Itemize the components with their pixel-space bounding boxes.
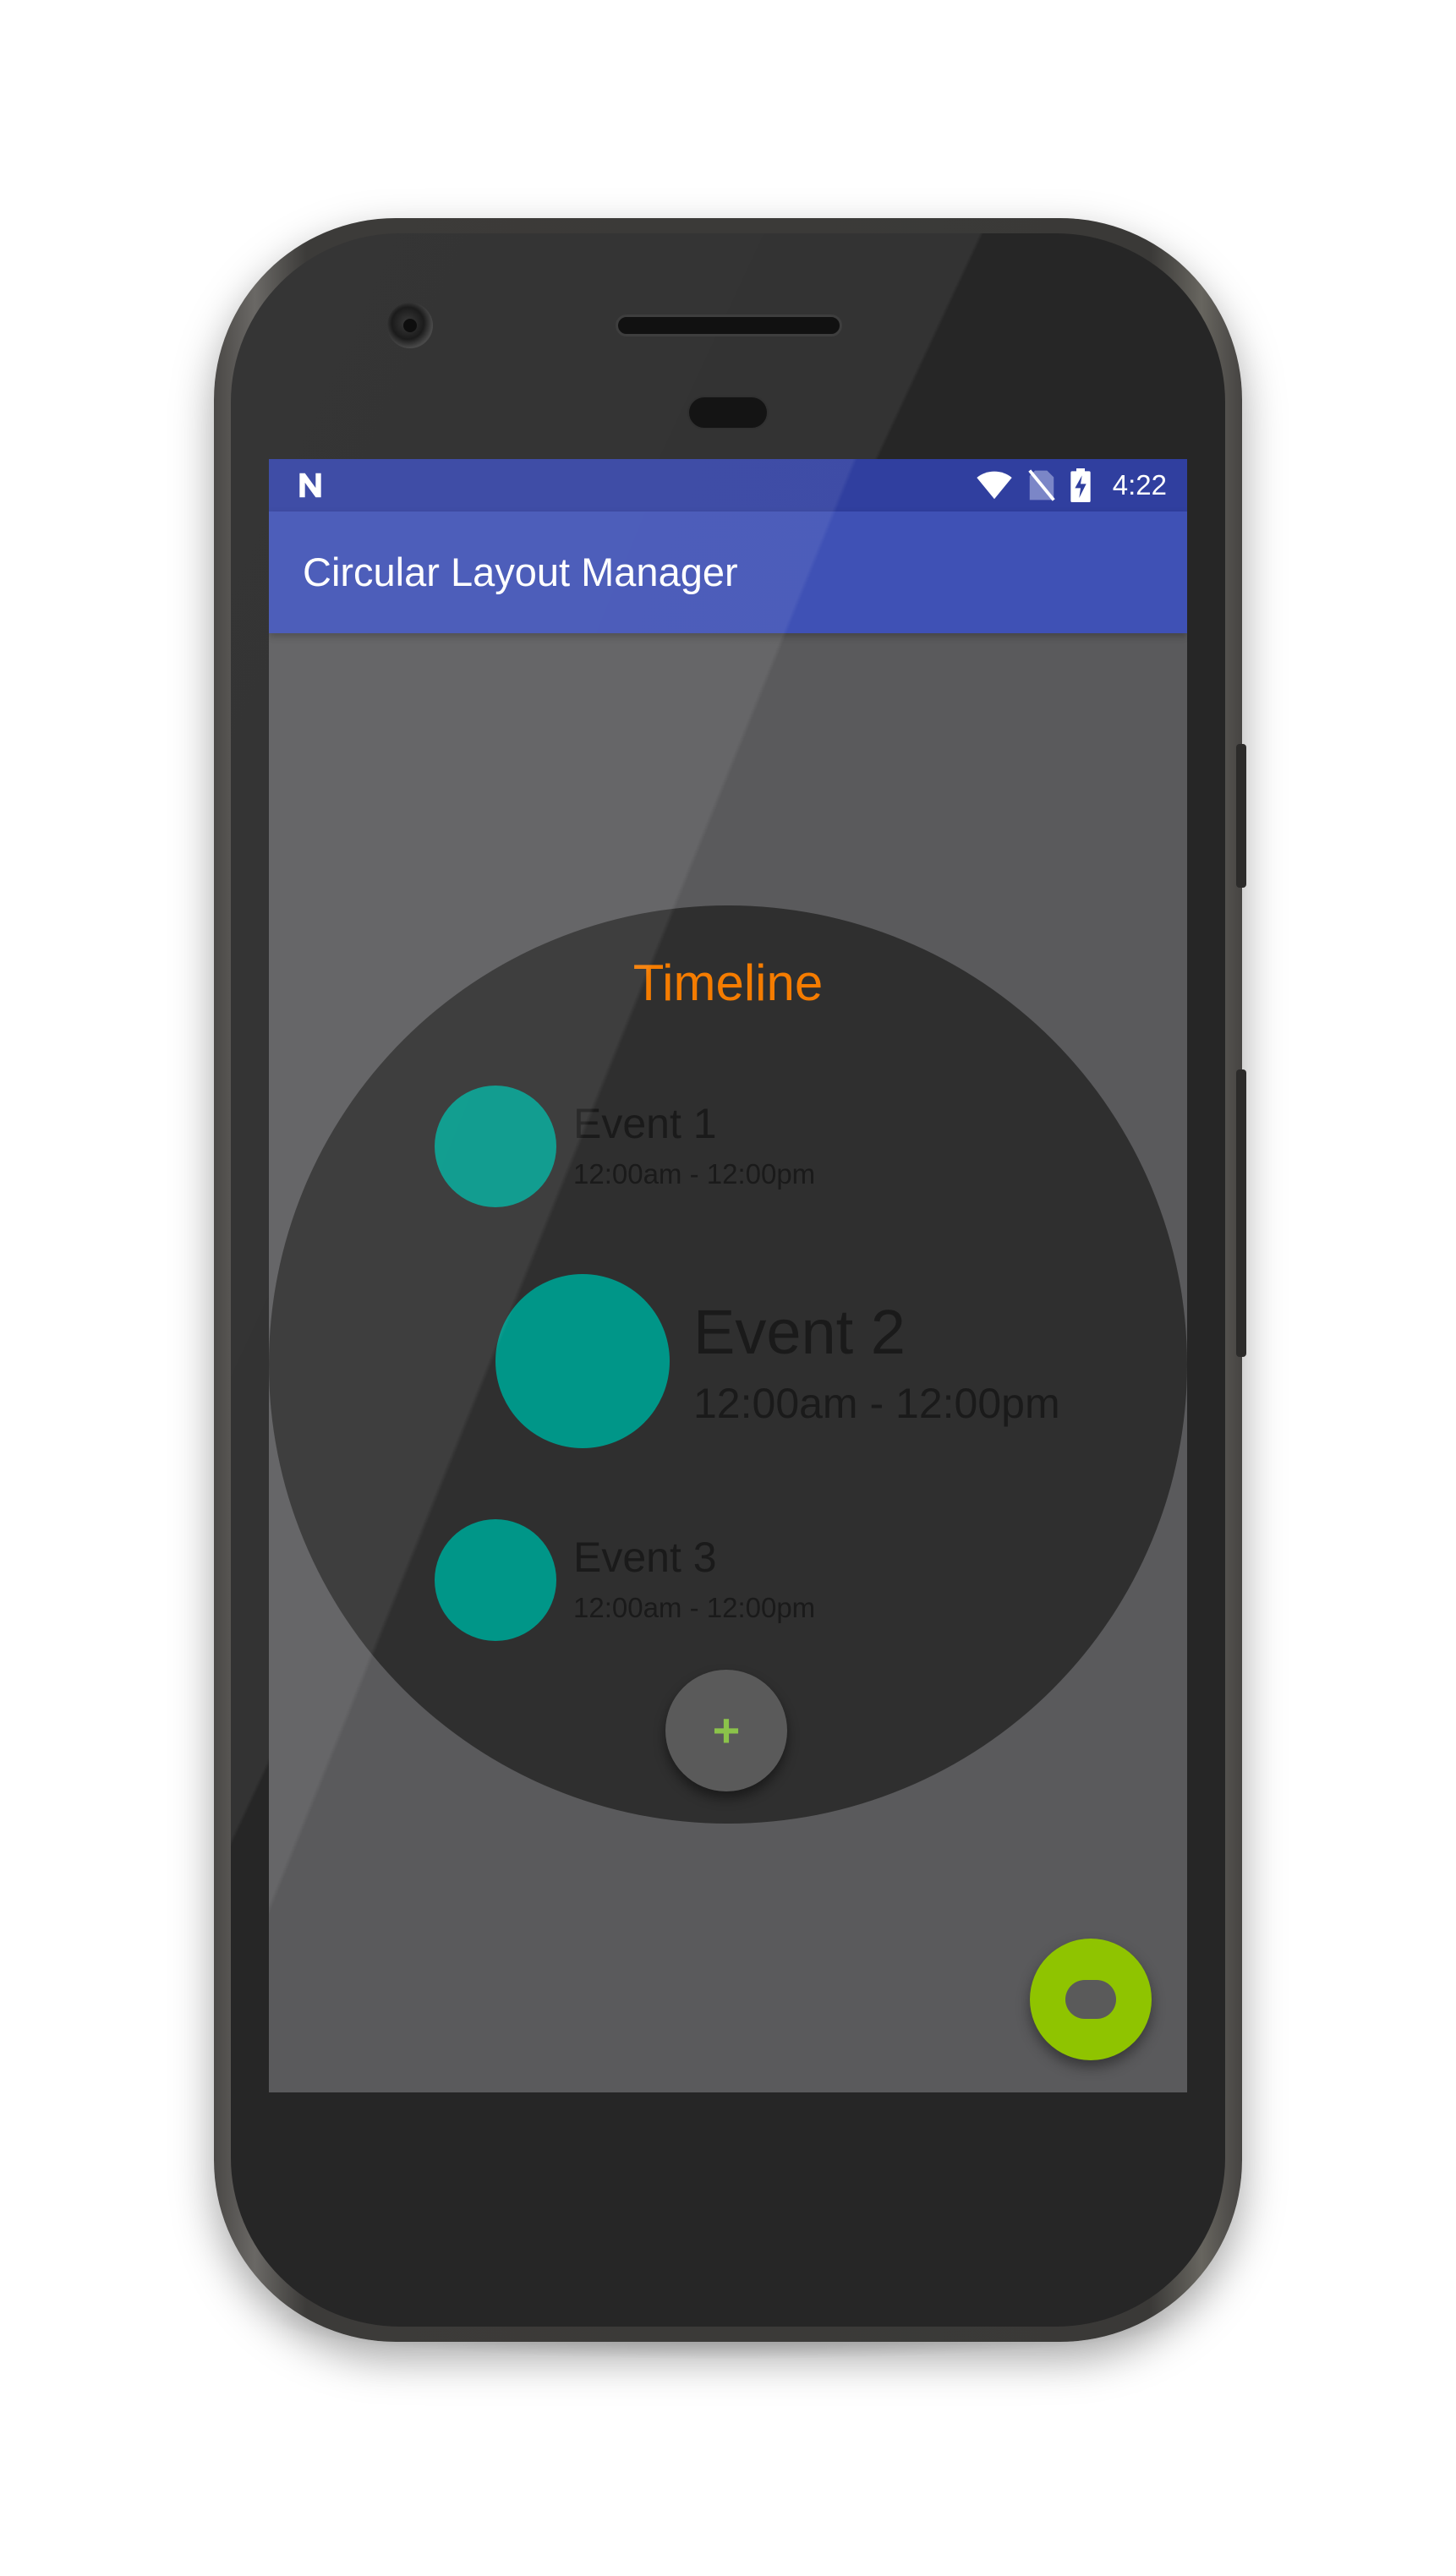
volume-button	[1236, 1069, 1246, 1357]
event-item-3[interactable]: Event 3 12:00am - 12:00pm	[435, 1519, 959, 1641]
event-2-name: Event 2	[693, 1297, 906, 1367]
wifi-icon	[977, 471, 1012, 500]
add-event-button[interactable]: +	[665, 1670, 787, 1791]
app-screen: 4:22 Circular Layout Manager Timeline Ev…	[269, 459, 1187, 2092]
event-3-time: 12:00am - 12:00pm	[573, 1592, 816, 1623]
toggle-icon	[1065, 1980, 1116, 2019]
status-bar: 4:22	[269, 459, 1187, 511]
event-1-time: 12:00am - 12:00pm	[573, 1158, 816, 1190]
n-notification-icon	[299, 473, 321, 498]
event-3-name: Event 3	[573, 1534, 717, 1581]
event-1-name: Event 1	[573, 1100, 717, 1147]
earpiece-speaker	[616, 314, 842, 336]
event-2-time: 12:00am - 12:00pm	[693, 1380, 1060, 1427]
status-icons: 4:22	[976, 459, 1167, 511]
status-time: 4:22	[1112, 469, 1167, 500]
event-1-avatar	[435, 1086, 556, 1207]
no-sim-icon	[1028, 469, 1055, 501]
proximity-sensor	[687, 396, 769, 429]
floating-action-button[interactable]	[1030, 1939, 1152, 2060]
event-item-2[interactable]: Event 2 12:00am - 12:00pm	[495, 1274, 1155, 1448]
camera-lens	[403, 319, 417, 332]
power-button	[1236, 744, 1246, 888]
event-3-avatar	[435, 1519, 556, 1641]
app-title: Circular Layout Manager	[303, 550, 738, 594]
battery-charging-icon	[1070, 468, 1091, 502]
timeline-title: Timeline	[632, 954, 824, 1011]
app-bar: Circular Layout Manager	[269, 511, 1187, 633]
plus-icon: +	[712, 1704, 741, 1757]
event-item-1[interactable]: Event 1 12:00am - 12:00pm	[435, 1086, 959, 1207]
device-mockup: 4:22 Circular Layout Manager Timeline Ev…	[0, 0, 1456, 2576]
front-camera-icon	[387, 303, 433, 348]
event-2-avatar	[495, 1274, 670, 1448]
